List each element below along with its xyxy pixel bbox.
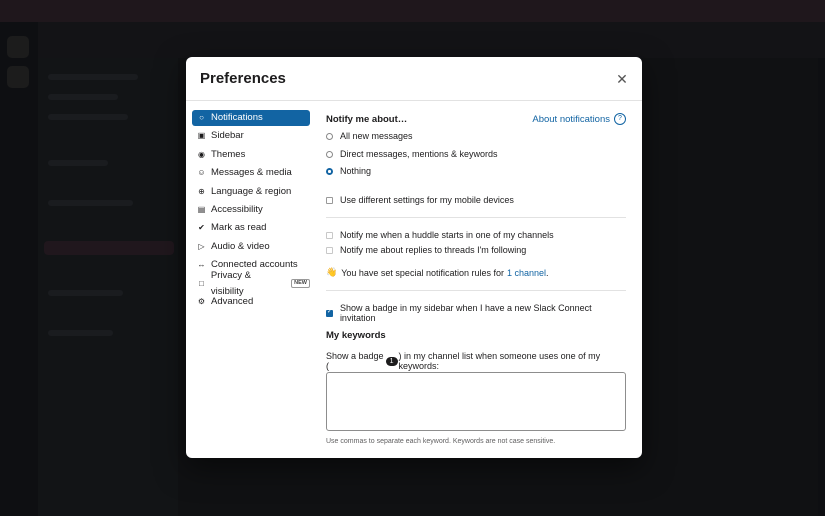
nav-item-audio-video[interactable]: ▷ Audio & video bbox=[192, 239, 310, 255]
keywords-prefix: Show a badge ( bbox=[326, 351, 384, 371]
bell-icon: ○ bbox=[199, 113, 204, 122]
nav-item-label: Sidebar bbox=[211, 130, 244, 142]
nav-item-messages-media[interactable]: ☺ Messages & media bbox=[192, 165, 310, 181]
video-icon: ▷ bbox=[198, 241, 205, 251]
huddle-checkbox-row[interactable]: Notify me when a huddle starts in one of… bbox=[326, 230, 554, 240]
keywords-hint: Use commas to separate each keyword. Key… bbox=[326, 438, 556, 445]
huddle-label: Notify me when a huddle starts in one of… bbox=[340, 230, 554, 240]
notify-section-title: Notify me about… bbox=[326, 114, 408, 125]
globe-icon: ⊕ bbox=[198, 186, 205, 196]
slack-connect-badge-row[interactable]: Show a badge in my sidebar when I have a… bbox=[326, 303, 626, 323]
threads-label: Notify me about replies to threads I'm f… bbox=[340, 245, 527, 255]
eye-icon: ◉ bbox=[198, 149, 205, 159]
nav-item-language-region[interactable]: ⊕ Language & region bbox=[192, 184, 310, 200]
nav-item-advanced[interactable]: ⚙ Advanced bbox=[192, 294, 310, 310]
nav-item-mark-as-read[interactable]: ✔ Mark as read bbox=[192, 220, 310, 236]
keywords-description: Show a badge ( 1 ) in my channel list wh… bbox=[326, 351, 626, 371]
special-rules-notice: 👋 You have set special notification rule… bbox=[326, 267, 549, 278]
sidebar-icon: ▣ bbox=[197, 131, 206, 141]
modal-title: Preferences bbox=[200, 70, 286, 87]
wave-icon: 👋 bbox=[326, 267, 338, 277]
radio-button-selected[interactable] bbox=[326, 167, 333, 175]
radio-all-messages[interactable]: All new messages bbox=[326, 131, 413, 141]
preferences-nav: ○ Notifications ▣ Sidebar ◉ Themes ☺ Messages &… bbox=[192, 110, 310, 312]
about-notifications-label: About notifications bbox=[532, 113, 610, 125]
accessibility-icon: ▤ bbox=[197, 204, 206, 214]
new-badge: NEW bbox=[291, 279, 310, 289]
nav-item-label: Language & region bbox=[211, 185, 292, 197]
keywords-suffix: ) in my channel list when someone uses o… bbox=[398, 351, 601, 371]
nav-item-label: Messages & media bbox=[211, 167, 292, 179]
nav-item-label: Mark as read bbox=[211, 222, 267, 234]
lock-icon: □ bbox=[199, 278, 204, 288]
gear-icon: ⚙ bbox=[197, 296, 206, 306]
threads-checkbox[interactable] bbox=[326, 246, 333, 254]
preferences-modal: Preferences ✕ ○ Notifications ▣ Sidebar ◉ The… bbox=[186, 57, 642, 458]
nav-item-label: Themes bbox=[211, 148, 246, 160]
keywords-section-title: My keywords bbox=[326, 330, 386, 341]
special-rules-text: You have set special notification rules … bbox=[341, 267, 504, 278]
mobile-settings-checkbox[interactable] bbox=[326, 196, 333, 204]
nav-item-notifications[interactable]: ○ Notifications bbox=[192, 110, 310, 126]
radio-direct-label: Direct messages, mentions & keywords bbox=[340, 149, 498, 159]
nav-item-sidebar[interactable]: ▣ Sidebar bbox=[192, 128, 310, 144]
slack-connect-badge-checkbox[interactable] bbox=[326, 308, 333, 317]
nav-item-privacy-visibility[interactable]: □ Privacy & visibility NEW bbox=[192, 270, 310, 297]
special-rules-channel-link[interactable]: 1 channel bbox=[507, 268, 546, 278]
nav-item-label: Advanced bbox=[211, 295, 254, 307]
help-icon: ? bbox=[614, 113, 626, 125]
about-notifications-link[interactable]: About notifications ? bbox=[532, 113, 626, 125]
radio-direct-messages[interactable]: Direct messages, mentions & keywords bbox=[326, 149, 498, 159]
divider bbox=[326, 290, 626, 291]
nav-item-label: Notifications bbox=[211, 112, 263, 123]
threads-checkbox-row[interactable]: Notify me about replies to threads I'm f… bbox=[326, 245, 526, 255]
mobile-settings-checkbox-row[interactable]: Use different settings for my mobile dev… bbox=[326, 195, 514, 205]
radio-nothing[interactable]: Nothing bbox=[326, 166, 371, 176]
special-rules-suffix: . bbox=[546, 267, 549, 278]
nav-item-label: Audio & video bbox=[211, 240, 270, 252]
radio-button[interactable] bbox=[326, 132, 333, 140]
nav-item-label: Accessibility bbox=[211, 203, 263, 215]
close-icon[interactable]: ✕ bbox=[615, 72, 629, 86]
check-circle-icon: ✔ bbox=[198, 223, 205, 233]
divider bbox=[326, 217, 626, 218]
nav-item-accessibility[interactable]: ▤ Accessibility bbox=[192, 202, 310, 218]
mobile-settings-label: Use different settings for my mobile dev… bbox=[340, 195, 514, 205]
keywords-textarea[interactable] bbox=[326, 372, 626, 431]
nav-item-themes[interactable]: ◉ Themes bbox=[192, 147, 310, 163]
keywords-badge: 1 bbox=[385, 356, 398, 366]
slack-connect-badge-label: Show a badge in my sidebar when I have a… bbox=[339, 303, 592, 323]
modal-header: Preferences ✕ bbox=[186, 57, 642, 101]
radio-button[interactable] bbox=[326, 150, 333, 158]
media-icon: ☺ bbox=[197, 168, 206, 178]
radio-all-label: All new messages bbox=[340, 131, 413, 141]
huddle-checkbox[interactable] bbox=[326, 231, 333, 239]
link-icon: ↔ bbox=[197, 260, 206, 270]
radio-nothing-label: Nothing bbox=[340, 166, 372, 176]
